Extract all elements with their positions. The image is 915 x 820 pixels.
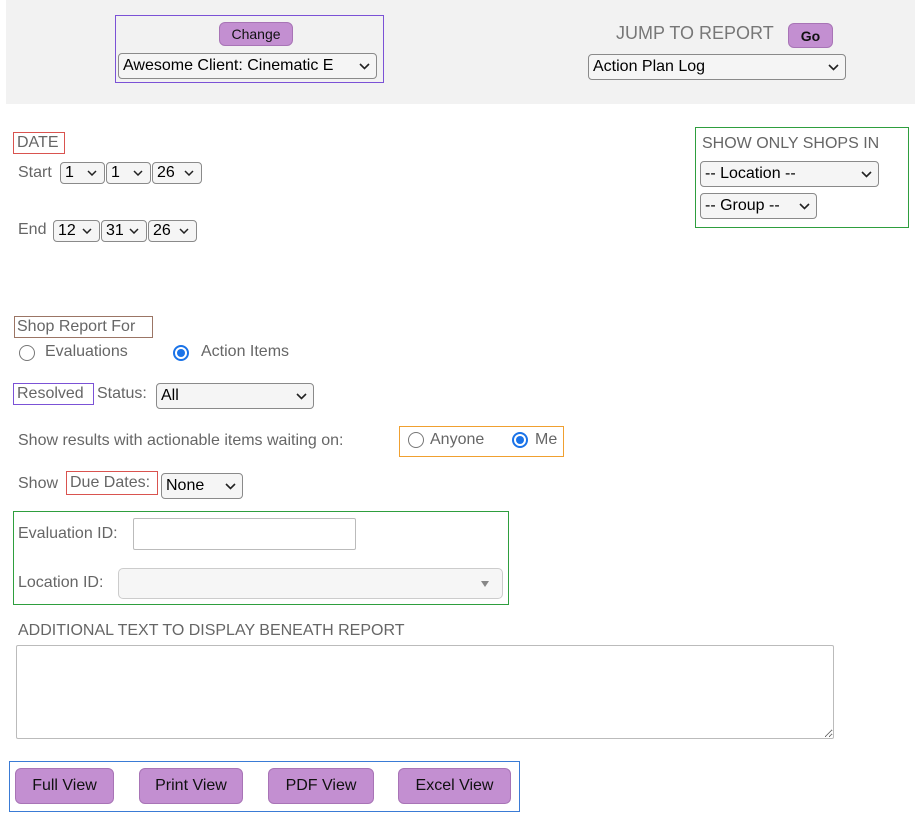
me-radio[interactable]	[512, 432, 528, 448]
start-label: Start	[18, 164, 52, 181]
group-filter-value: -- Group --	[705, 197, 780, 214]
caret-down-icon	[478, 580, 492, 587]
location-id-label: Location ID:	[18, 574, 104, 591]
chevron-down-icon	[127, 228, 141, 234]
shop-report-heading: Shop Report For	[17, 318, 136, 335]
due-dates-value: None	[166, 477, 205, 494]
date-heading: DATE	[17, 134, 59, 151]
chevron-down-icon	[182, 170, 196, 176]
excel-view-button[interactable]: Excel View	[398, 768, 511, 804]
evaluations-radio-label: Evaluations	[45, 343, 128, 360]
end-year-value: 26	[153, 222, 171, 239]
evaluation-id-label: Evaluation ID:	[18, 525, 118, 542]
anyone-radio-label: Anyone	[430, 431, 485, 448]
evaluations-radio[interactable]	[19, 345, 35, 361]
action-items-radio[interactable]	[173, 345, 189, 361]
chevron-down-icon	[80, 228, 94, 234]
chevron-down-icon	[797, 202, 811, 210]
additional-text-area[interactable]	[16, 645, 834, 739]
end-day-select[interactable]: 31	[101, 220, 147, 242]
chevron-down-icon	[294, 392, 308, 400]
waiting-on-label: Show results with actionable items waiti…	[18, 432, 344, 449]
start-month-value: 1	[65, 164, 74, 181]
chevron-down-icon	[223, 482, 237, 490]
chevron-down-icon	[859, 170, 873, 178]
due-dates-label: Due Dates:	[70, 474, 151, 491]
start-year-select[interactable]: 26	[152, 162, 202, 184]
start-day-value: 1	[111, 164, 120, 181]
change-client-button[interactable]: Change	[219, 22, 293, 46]
show-due-label: Show	[18, 475, 59, 492]
group-filter-select[interactable]: -- Group --	[700, 193, 817, 219]
jump-to-report-label: JUMP TO REPORT	[616, 23, 774, 43]
end-month-select[interactable]: 12	[53, 220, 100, 242]
end-year-select[interactable]: 26	[148, 220, 197, 242]
due-dates-select[interactable]: None	[161, 473, 243, 499]
print-view-button[interactable]: Print View	[139, 768, 243, 804]
location-filter-value: -- Location --	[705, 165, 796, 182]
chevron-down-icon	[85, 170, 99, 176]
status-label: Status:	[97, 385, 147, 402]
resolved-label: Resolved	[17, 385, 84, 402]
go-button[interactable]: Go	[788, 23, 833, 48]
report-select-value: Action Plan Log	[593, 58, 706, 75]
location-id-select[interactable]	[118, 568, 503, 599]
location-filter-select[interactable]: -- Location --	[700, 161, 879, 187]
chevron-down-icon	[826, 63, 840, 71]
report-select[interactable]: Action Plan Log	[588, 54, 846, 80]
pdf-view-button[interactable]: PDF View	[268, 768, 374, 804]
shops-filter-heading: SHOW ONLY SHOPS IN	[702, 135, 880, 152]
end-label: End	[18, 221, 47, 238]
client-select[interactable]: Awesome Client: Cinematic E	[118, 53, 377, 79]
chevron-down-icon	[177, 228, 191, 234]
end-day-value: 31	[106, 222, 124, 239]
chevron-down-icon	[131, 170, 145, 176]
start-year-value: 26	[157, 164, 175, 181]
start-day-select[interactable]: 1	[106, 162, 151, 184]
action-items-radio-label: Action Items	[201, 343, 290, 360]
full-view-button[interactable]: Full View	[15, 768, 114, 804]
end-month-value: 12	[58, 222, 76, 239]
evaluation-id-input[interactable]	[133, 518, 356, 550]
resolved-status-value: All	[161, 387, 179, 404]
anyone-radio[interactable]	[408, 432, 424, 448]
resolved-status-select[interactable]: All	[156, 383, 314, 409]
me-radio-label: Me	[535, 431, 558, 448]
chevron-down-icon	[357, 62, 371, 70]
additional-text-label: ADDITIONAL TEXT TO DISPLAY BENEATH REPOR…	[18, 622, 405, 639]
client-select-value: Awesome Client: Cinematic E	[123, 57, 334, 74]
start-month-select[interactable]: 1	[60, 162, 105, 184]
